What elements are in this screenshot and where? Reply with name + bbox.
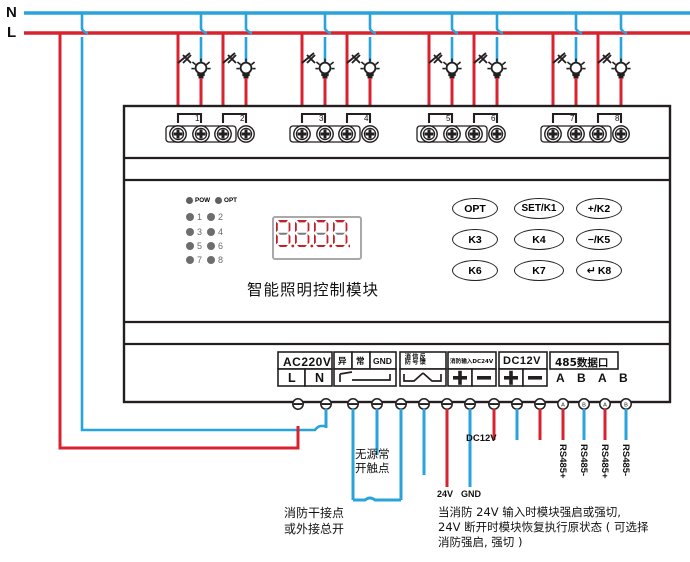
key-k7-label: K7: [532, 264, 546, 277]
key-set-k1[interactable]: SET/K1: [514, 198, 564, 219]
channel-number-5: 5: [446, 114, 451, 123]
fb-cell-0: 消防: [403, 353, 411, 365]
key-opt[interactable]: OPT: [452, 198, 499, 219]
led-5-icon: [186, 242, 194, 250]
terminal-rs485-title: 485数据口: [555, 357, 609, 369]
key-plus-k2[interactable]: +/K2: [575, 198, 622, 219]
wiring-diagram: A B A B N L 1 2 3 4 5 6 7 8 POW OPT 1 2 …: [0, 0, 690, 562]
callout-gnd: GND: [461, 489, 481, 499]
led-pow-icon: [186, 197, 193, 204]
terminal-ac220v-title: AC220V: [283, 355, 332, 369]
terminal-485-b2: B: [619, 371, 628, 385]
fire-note-line2: 24V 断开时模块恢复执行原状态 ( 可选择: [438, 520, 649, 534]
svg-text:B: B: [582, 403, 586, 409]
fire-note-line1: 当消防 24V 输入时模块强启或强切,: [438, 505, 621, 519]
callout-dry-contact-line2: 开触点: [355, 461, 390, 475]
keypad: OPT SET/K1 +/K2 K3 K4 −/K5 K6 K7 ↵ K8: [452, 198, 622, 281]
led-2-icon: [207, 212, 216, 221]
key-k7[interactable]: K7: [514, 260, 564, 281]
neutral-rail-label: N: [6, 4, 17, 21]
led-6-label: 6: [218, 241, 224, 251]
led-8-icon: [207, 256, 216, 264]
live-rail-label: L: [7, 24, 17, 41]
key-k4-label: K4: [532, 233, 546, 246]
key-back-k8-label: K8: [597, 264, 612, 277]
channel-number-2: 2: [240, 114, 245, 123]
led-3-label: 3: [197, 226, 203, 237]
terminal-ac-n-label: N: [315, 371, 325, 385]
callout-dry-contact: 无源常 开触点: [355, 447, 390, 475]
channel-number-3: 3: [319, 114, 324, 123]
callout-rs485-1: RS485+: [557, 444, 568, 479]
svg-text:B: B: [624, 403, 628, 409]
fire-note-line3: 消防强启, 强切 ): [438, 535, 523, 549]
channel-number-6: 6: [491, 114, 496, 123]
channel-number-8: 8: [615, 114, 620, 123]
channel-number-4: 4: [364, 114, 369, 123]
callout-fire-dry-contact: 消防干接点 或外接总开: [284, 505, 344, 537]
terminal-485-a2: A: [598, 371, 607, 385]
fire-note-annotation: 当消防 24V 输入时模块强启或强切, 24V 断开时模块恢复执行原状态 ( 可…: [438, 505, 688, 550]
terminal-ac-l-label: L: [288, 371, 296, 385]
callout-fire-line1: 消防干接点: [284, 506, 345, 520]
svg-text:A: A: [561, 403, 565, 409]
key-opt-label: OPT: [464, 202, 486, 215]
callout-dry-contact-line1: 无源常: [355, 447, 390, 461]
terminal-chang-label: 常: [356, 357, 365, 367]
svg-text:A: A: [603, 403, 607, 409]
led-7-icon: [186, 256, 194, 264]
led-1-label: 1: [197, 211, 203, 222]
key-set-k1-label: SET/K1: [521, 203, 557, 214]
terminal-485-a1: A: [556, 371, 565, 385]
callout-rs485-4: RS485-: [620, 444, 631, 477]
terminal-fire-input-title: 消防输入DC24V: [450, 359, 494, 365]
key-k6[interactable]: K6: [452, 260, 499, 281]
key-k6-label: K6: [468, 264, 482, 277]
led-4-label: 4: [218, 226, 224, 237]
terminal-yi-label: 异: [338, 357, 347, 367]
key-plus-k2-label: +/K2: [587, 202, 611, 215]
callout-fire-line2: 或外接总开: [284, 522, 345, 536]
callout-dc12v: DC12V: [466, 433, 497, 444]
key-minus-k5-label: −/K5: [587, 233, 611, 246]
led-3-icon: [186, 227, 194, 236]
back-arrow-icon: ↵: [586, 265, 596, 277]
led-opt-label: OPT: [224, 197, 237, 204]
led-8-label: 8: [218, 255, 224, 265]
led-pow-label: POW: [195, 197, 211, 204]
channel-number-7: 7: [570, 114, 575, 123]
display-digits: [276, 220, 350, 248]
terminal-485-b1: B: [577, 371, 586, 385]
terminal-gnd-label: GND: [373, 356, 392, 366]
load-symbols: [176, 52, 631, 108]
key-k3-label: K3: [468, 233, 482, 246]
led-7-label: 7: [197, 255, 203, 265]
led-opt-icon: [215, 197, 223, 204]
device-name-label: 智能照明控制模块: [247, 281, 380, 299]
terminal-fire-feedback-title: 消防 信号 反馈: [403, 353, 447, 364]
led-4-icon: [207, 227, 216, 236]
key-k4[interactable]: K4: [514, 229, 564, 250]
channel-number-1: 1: [195, 114, 200, 123]
key-back-k8[interactable]: ↵ K8: [575, 260, 622, 281]
fb-cell-1: 信号: [410, 353, 418, 365]
callout-24v: 24V: [437, 489, 454, 499]
led-6-icon: [207, 242, 216, 250]
key-minus-k5[interactable]: −/K5: [575, 229, 622, 250]
led-5-label: 5: [197, 241, 203, 251]
supply-rails: [24, 11, 690, 35]
led-2-label: 2: [218, 211, 224, 222]
callout-rs485-2: RS485-: [578, 444, 589, 477]
key-k3[interactable]: K3: [452, 229, 499, 250]
seven-segment-display: [272, 216, 362, 260]
fb-cell-2: 反馈: [418, 353, 426, 365]
callout-rs485-3: RS485+: [599, 444, 610, 479]
led-1-icon: [186, 212, 194, 221]
led-indicator-panel: POW OPT 1 2 3 4 5 6 7 8: [186, 195, 256, 267]
terminal-dc12v-title: DC12V: [503, 355, 541, 367]
